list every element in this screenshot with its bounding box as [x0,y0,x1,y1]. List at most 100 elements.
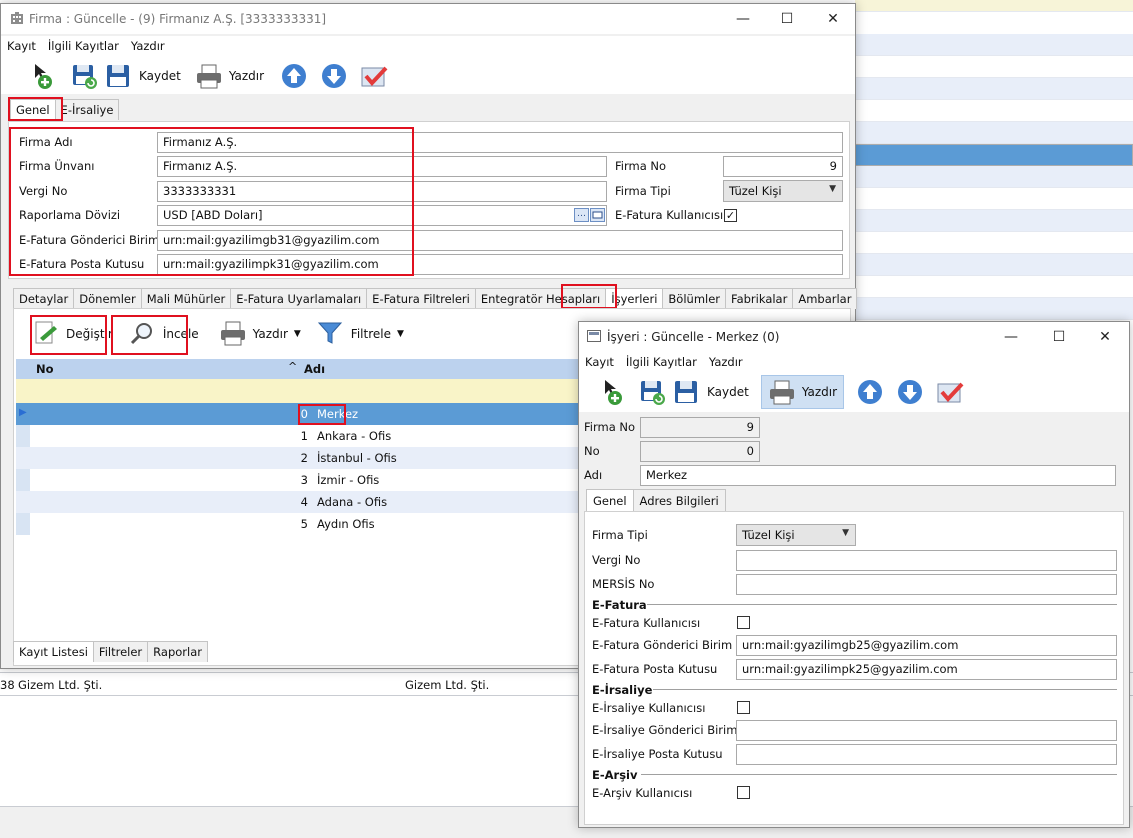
menu-yazdir[interactable]: Yazdır [703,352,749,369]
print-button[interactable]: Yazdır [760,375,845,409]
tab-mali-muhurler[interactable]: Mali Mühürler [140,288,232,309]
tab-adres-bilgileri[interactable]: Adres Bilgileri [632,489,726,512]
sort-ascending-icon: ^ [288,360,298,373]
tab-bolumler[interactable]: Bölümler [662,288,727,309]
column-header-adi[interactable]: Adı [304,362,325,376]
mersis-no-label: MERSİS No [592,577,655,591]
eirsaliye-section-header: E-İrsaliye [592,683,653,697]
highlight-box [9,127,414,276]
menu-ilgili-kayitlar[interactable]: İlgili Kayıtlar [42,36,125,53]
efatura-kullanicisi-label: E-Fatura Kullanıcısı [615,208,724,222]
dropdown-arrow-icon[interactable]: ▼ [294,329,301,339]
save-button[interactable]: Kaydet [105,62,181,90]
main-toolbar: Kaydet Yazdır [1,56,855,94]
tab-donemler[interactable]: Dönemler [73,288,142,309]
firma-no-field[interactable]: 9 [640,417,760,438]
mersis-no-field[interactable] [736,574,1117,595]
minimize-button[interactable]: — [723,8,763,30]
bg-row [855,254,1133,276]
tab-ambarlar[interactable]: Ambarlar [792,288,858,309]
firma-titlebar: Firma : Güncelle - (9) Firmanız A.Ş. [33… [1,4,855,34]
adi-label: Adı [584,468,603,482]
lookup-icon[interactable] [590,208,605,222]
bg-row [855,56,1133,78]
minimize-button[interactable]: — [991,326,1031,348]
menu-ilgili-kayitlar[interactable]: İlgili Kayıtlar [620,352,703,369]
firma-tipi-select[interactable]: Tüzel Kişi ▼ [723,180,843,202]
maximize-button[interactable]: ☐ [1039,326,1079,348]
earsiv-section-header: E-Arşiv [592,768,638,782]
printer-icon [768,378,796,406]
row-name: Aydın Ofis [317,517,375,531]
print-button[interactable]: Yazdır [195,62,264,90]
tab-e-irsaliye[interactable]: E-İrsaliye [54,99,120,120]
efatura-posta-field[interactable]: urn:mail:gyazilimpk25@gyazilim.com [736,659,1117,680]
row-name: Adana - Ofis [317,495,388,509]
tab-fabrikalar[interactable]: Fabrikalar [725,288,794,309]
efatura-section-header: E-Fatura [592,598,647,612]
efatura-kullanicisi-checkbox[interactable]: ✓ [724,209,737,222]
menu-kayit[interactable]: Kayıt [1,36,42,53]
bg-row [855,166,1133,188]
ellipsis-button[interactable]: … [574,208,589,222]
tab-efatura-uyarlamalari[interactable]: E-Fatura Uyarlamaları [230,288,368,309]
firma-tipi-select[interactable]: Tüzel Kişi ▼ [736,524,856,546]
tab-kayit-listesi[interactable]: Kayıt Listesi [13,641,94,662]
dropdown-arrow-icon[interactable]: ▼ [397,329,404,339]
tab-filtreler[interactable]: Filtreler [92,641,149,662]
menu-yazdir[interactable]: Yazdır [125,36,171,53]
bg-row [855,276,1133,298]
bg-row [855,100,1133,122]
save-button[interactable]: Kaydet [673,378,749,406]
eirsaliye-gonderici-field[interactable] [736,720,1117,741]
bg-row [855,122,1133,144]
isyeri-dialog: İşyeri : Güncelle - Merkez (0) — ☐ ✕ Kay… [578,321,1130,828]
filter-button[interactable]: Filtrele ▼ [317,320,404,348]
sub-print-button[interactable]: Yazdır ▼ [219,320,301,348]
efatura-kullanicisi-checkbox[interactable] [737,616,750,629]
bg-row [855,210,1133,232]
new-record-icon[interactable] [601,378,629,406]
section-divider [641,774,1117,775]
arrow-up-icon[interactable] [280,62,308,90]
eirsaliye-posta-label: E-İrsaliye Posta Kutusu [592,747,723,761]
filter-label: Filtrele [350,327,391,341]
arrow-up-icon[interactable] [856,378,884,406]
dialog-toolbar: Kaydet Yazdır [579,372,1129,412]
tab-genel[interactable]: Genel [586,489,634,512]
row-name: Ankara - Ofis [317,429,392,443]
eirsaliye-posta-field[interactable] [736,744,1117,765]
close-button[interactable]: ✕ [1085,326,1125,348]
no-field[interactable]: 0 [640,441,760,462]
arrow-down-icon[interactable] [896,378,924,406]
highlight-box [8,97,63,121]
vergi-no-field[interactable] [736,550,1117,571]
printer-icon [195,62,223,90]
section-divider [647,604,1117,605]
adi-field[interactable]: Merkez [640,465,1116,486]
efatura-gonderici-field[interactable]: urn:mail:gyazilimgb25@gyazilim.com [736,635,1117,656]
firma-no-field[interactable]: 9 [723,156,843,177]
dialog-title: İşyeri : Güncelle - Merkez (0) [607,330,780,344]
close-button[interactable]: ✕ [813,8,853,30]
save-and-refresh-icon[interactable] [71,62,99,90]
column-header-no[interactable]: No [36,362,54,376]
eirsaliye-kullanicisi-checkbox[interactable] [737,701,750,714]
new-record-icon[interactable] [31,62,59,90]
earsiv-kullanicisi-label: E-Arşiv Kullanıcısı [592,786,693,800]
highlight-box [30,315,107,355]
row-name: İzmir - Ofis [317,473,380,487]
menu-kayit[interactable]: Kayıt [579,352,620,369]
tab-efatura-filtreleri[interactable]: E-Fatura Filtreleri [366,288,476,309]
earsiv-kullanicisi-checkbox[interactable] [737,786,750,799]
tab-detaylar[interactable]: Detaylar [13,288,75,309]
tab-raporlar[interactable]: Raporlar [147,641,208,662]
approve-check-icon[interactable] [360,62,388,90]
save-icon [105,62,133,90]
arrow-down-icon[interactable] [320,62,348,90]
save-and-refresh-icon[interactable] [639,378,667,406]
approve-check-icon[interactable] [936,378,964,406]
window-icon [587,330,601,342]
maximize-button[interactable]: ☐ [767,8,807,30]
bg-row [855,298,1133,320]
